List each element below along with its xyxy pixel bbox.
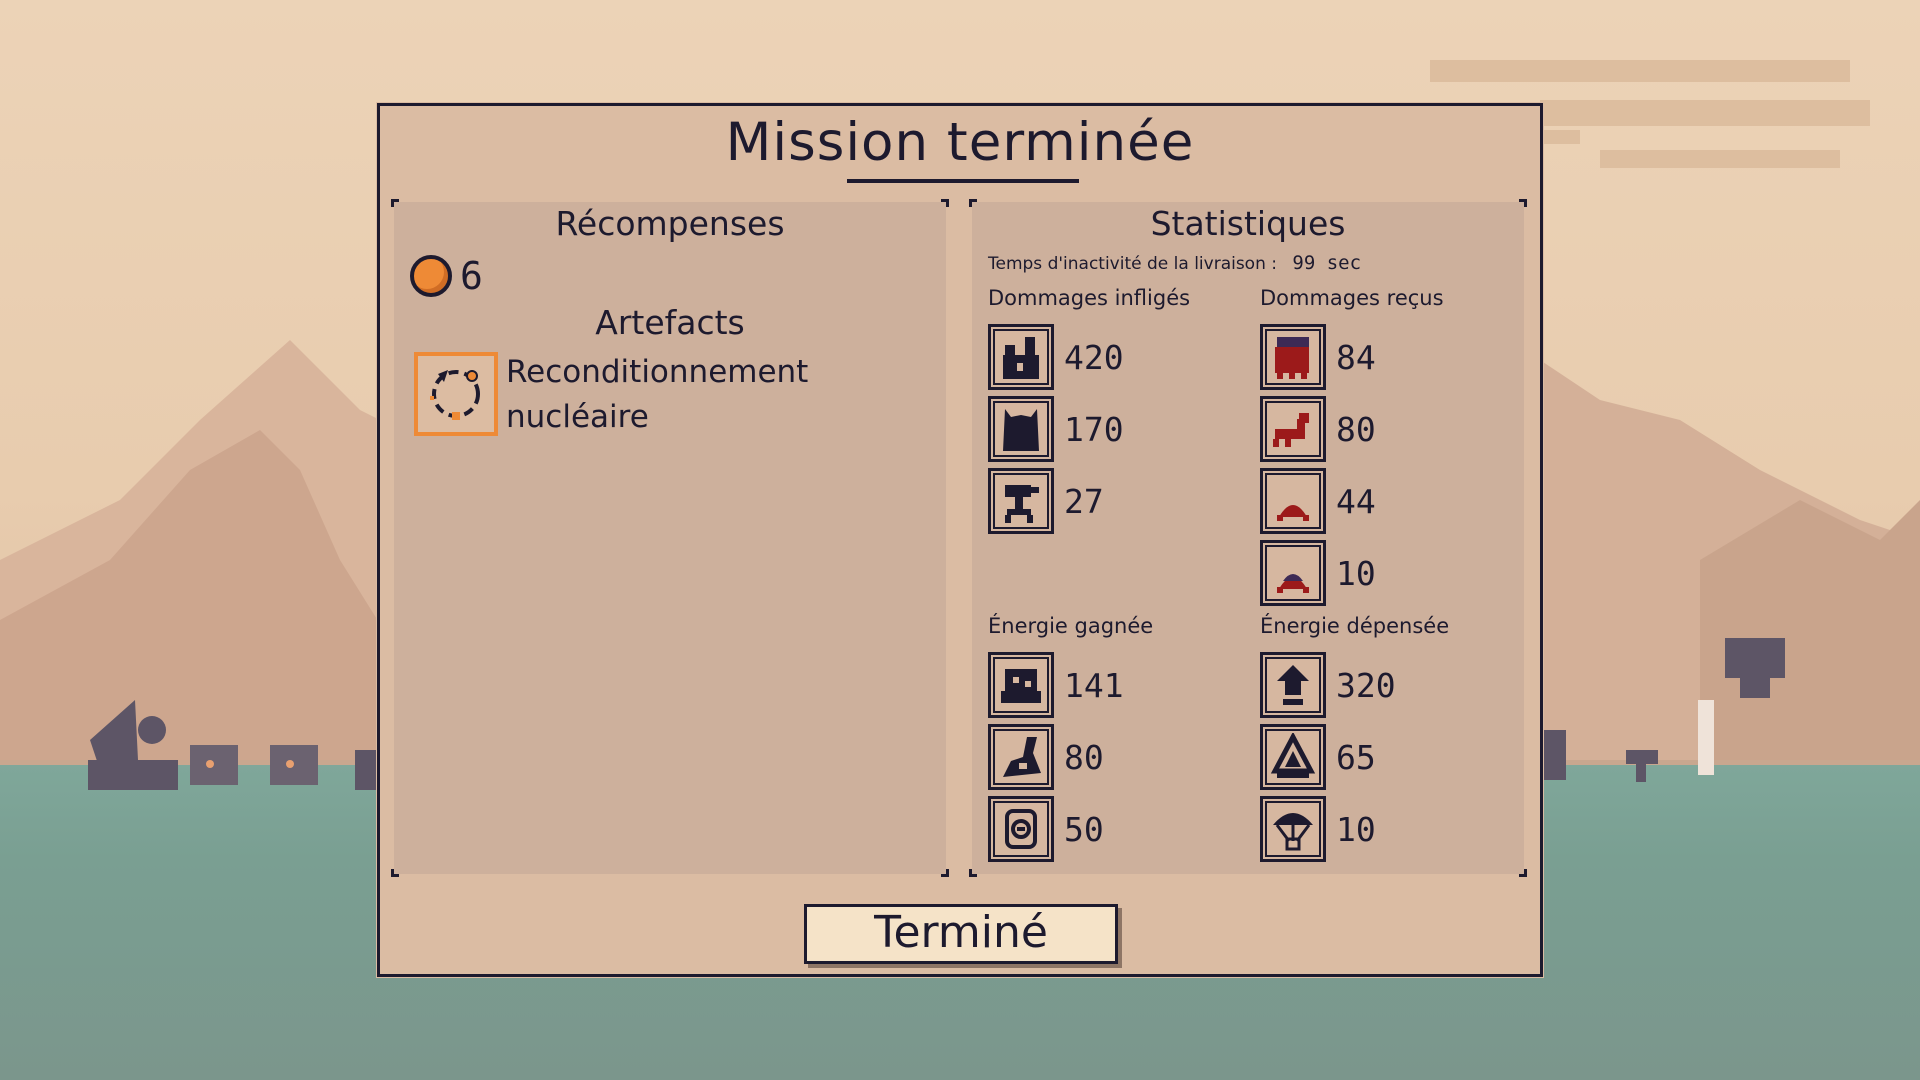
damage-dealt-label: Dommages infligés [988, 286, 1191, 310]
damage-dealt-item: 170 [988, 396, 1124, 462]
coin-reward: 6 [410, 254, 483, 298]
castle-icon [988, 324, 1054, 390]
shield-icon [1260, 724, 1326, 790]
turret-icon [988, 468, 1054, 534]
damage-taken-item: 10 [1260, 540, 1376, 606]
red-beast-icon [1260, 324, 1326, 390]
stat-value: 170 [1064, 409, 1124, 449]
tower-icon [988, 396, 1054, 462]
stat-value: 10 [1336, 553, 1376, 593]
title-underline [847, 179, 1079, 183]
panel-corner [969, 869, 977, 877]
generator-icon [988, 652, 1054, 718]
energy-gained-item: 50 [988, 796, 1104, 862]
energy-spent-item: 65 [1260, 724, 1376, 790]
panel-corner [391, 869, 399, 877]
idle-time-label: Temps d'inactivité de la livraison : [988, 254, 1277, 274]
damage-dealt-item: 27 [988, 468, 1104, 534]
artifact-name-line: Reconditionnement [506, 354, 809, 390]
stat-value: 44 [1336, 481, 1376, 521]
damage-taken-item: 44 [1260, 468, 1376, 534]
parachute-icon [1260, 796, 1326, 862]
stat-value: 84 [1336, 337, 1376, 377]
shelled-crawler-icon [1260, 540, 1326, 606]
nuclear-recycle-artifact-icon[interactable] [414, 352, 498, 436]
dialog-title: Mission terminée [725, 112, 1195, 173]
energy-gained-item: 80 [988, 724, 1104, 790]
stat-value: 320 [1336, 665, 1396, 705]
idle-time-line: Temps d'inactivité de la livraison : 99 … [988, 252, 1361, 274]
panel-corner [1519, 869, 1527, 877]
artifact-name-line: nucléaire [506, 399, 649, 435]
damage-taken-item: 80 [1260, 396, 1376, 462]
damage-taken-item: 84 [1260, 324, 1376, 390]
left-shore-units [88, 700, 380, 790]
stat-value: 141 [1064, 665, 1124, 705]
damage-taken-label: Dommages reçus [1260, 286, 1444, 310]
coin-count: 6 [460, 254, 483, 298]
energy-spent-item: 10 [1260, 796, 1376, 862]
scorpion-icon [1260, 396, 1326, 462]
idle-time-value: 99 sec [1292, 252, 1362, 274]
battery-icon [988, 796, 1054, 862]
statistics-panel: Statistiques Temps d'inactivité de la li… [969, 199, 1527, 877]
rewards-title: Récompenses [555, 204, 785, 243]
energy-gained-label: Énergie gagnée [988, 614, 1154, 638]
energy-spent-label: Énergie dépensée [1260, 614, 1450, 638]
artifact-name: Reconditionnement nucléaire [506, 350, 808, 440]
artifacts-title: Artefacts [595, 303, 745, 342]
harvester-icon [988, 724, 1054, 790]
right-shore-units [1540, 638, 1785, 782]
mission-complete-dialog: Mission terminée Récompenses 6 Artefacts… [377, 103, 1543, 977]
statistics-title: Statistiques [1150, 204, 1346, 243]
stat-value: 80 [1064, 737, 1104, 777]
done-button[interactable]: Terminé [804, 904, 1118, 964]
energy-gained-item: 141 [988, 652, 1124, 718]
damage-dealt-item: 420 [988, 324, 1124, 390]
crawler-icon [1260, 468, 1326, 534]
stat-value: 80 [1336, 409, 1376, 449]
upgrade-icon [1260, 652, 1326, 718]
stat-value: 50 [1064, 809, 1104, 849]
energy-spent-item: 320 [1260, 652, 1396, 718]
stat-value: 420 [1064, 337, 1124, 377]
coin-icon [410, 255, 452, 297]
stat-value: 65 [1336, 737, 1376, 777]
rewards-panel: Récompenses 6 Artefacts Reconditionnemen… [391, 199, 949, 877]
stat-value: 27 [1064, 481, 1104, 521]
stat-value: 10 [1336, 809, 1376, 849]
panel-corner [941, 869, 949, 877]
